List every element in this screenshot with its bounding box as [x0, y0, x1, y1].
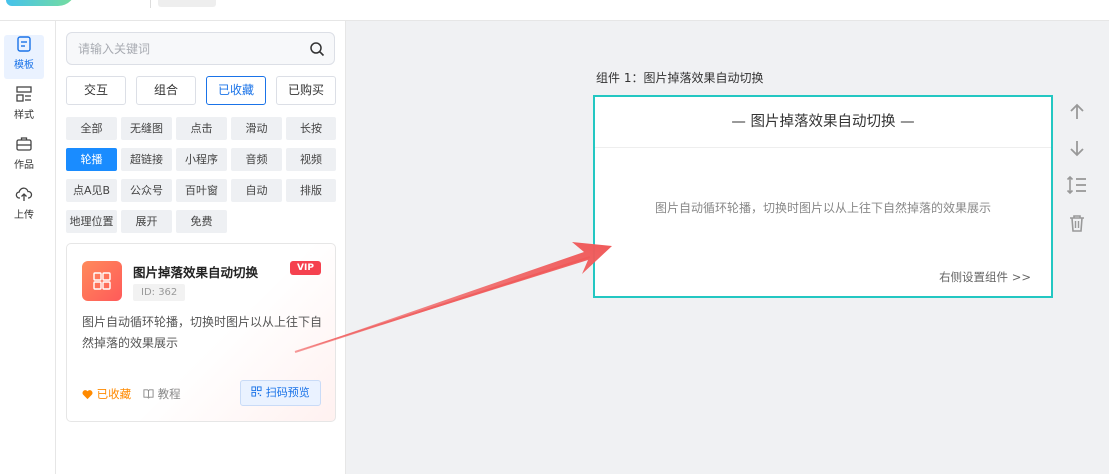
segment-favorited[interactable]: 已收藏 [206, 76, 266, 105]
tag-carousel[interactable]: 轮播 [66, 148, 117, 171]
tag-mini-program[interactable]: 小程序 [176, 148, 227, 171]
rail-label: 模板 [14, 60, 34, 71]
tag-free[interactable]: 免费 [176, 210, 227, 233]
template-id: ID: 362 [133, 284, 186, 301]
book-icon [143, 389, 154, 399]
vip-badge: VIP [290, 261, 321, 275]
search-icon[interactable] [309, 41, 325, 57]
grid-icon [93, 272, 111, 290]
tag-expand[interactable]: 展开 [121, 210, 172, 233]
line-spacing-button[interactable] [1065, 173, 1089, 197]
top-tab[interactable] [158, 0, 216, 7]
template-icon [17, 36, 31, 52]
top-bar [0, 0, 1109, 21]
rail-item-style[interactable]: 样式 [0, 85, 48, 129]
tag-click[interactable]: 点击 [176, 117, 227, 140]
layout-icon [16, 86, 32, 102]
tag-swipe[interactable]: 滑动 [231, 117, 282, 140]
tag-typesetting[interactable]: 排版 [286, 179, 336, 202]
rail-label: 作品 [14, 160, 34, 171]
tag-video[interactable]: 视频 [286, 148, 336, 171]
segment-combo[interactable]: 组合 [136, 76, 196, 105]
favorite-label: 已收藏 [96, 387, 132, 401]
component-title: — 图片掉落效果自动切换 — [595, 97, 1051, 148]
move-down-button[interactable] [1065, 136, 1089, 160]
tag-seamless[interactable]: 无缝图 [121, 117, 172, 140]
settings-hint[interactable]: 右侧设置组件 >> [939, 269, 1031, 285]
app-logo[interactable] [0, 0, 84, 8]
tag-click-a-see-b[interactable]: 点A见B [66, 179, 117, 202]
favorite-toggle[interactable]: 已收藏 [82, 386, 131, 402]
tag-auto[interactable]: 自动 [231, 179, 282, 202]
tutorial-link[interactable]: 教程 [143, 386, 181, 402]
rail-label: 上传 [14, 210, 34, 221]
template-thumbnail [82, 261, 122, 301]
heart-icon [82, 390, 93, 400]
rail-label: 样式 [14, 110, 34, 121]
template-card[interactable]: 图片掉落效果自动切换 VIP ID: 362 图片自动循环轮播，切换时图片以从上… [66, 243, 336, 422]
logo-mark [6, 0, 76, 6]
search-box[interactable] [66, 32, 335, 65]
tag-all[interactable]: 全部 [66, 117, 117, 140]
template-description: 图片自动循环轮播，切换时图片以从上往下自然掉落的效果展示 [82, 315, 323, 350]
delete-button[interactable] [1065, 211, 1089, 235]
segment-interaction[interactable]: 交互 [66, 76, 126, 105]
tag-official-account[interactable]: 公众号 [121, 179, 172, 202]
template-title: 图片掉落效果自动切换 [133, 265, 259, 280]
tag-long-press[interactable]: 长按 [286, 117, 336, 140]
rail-item-template[interactable]: 模板 [4, 35, 44, 79]
search-input[interactable] [78, 39, 298, 59]
selected-component[interactable]: — 图片掉落效果自动切换 — 图片自动循环轮播，切换时图片以从上往下自然掉落的效… [593, 95, 1053, 298]
segment-purchased[interactable]: 已购买 [276, 76, 336, 105]
move-up-button[interactable] [1065, 100, 1089, 124]
arrow-up-icon [1070, 103, 1084, 119]
briefcase-icon [16, 137, 32, 151]
tag-hyperlink[interactable]: 超链接 [121, 148, 172, 171]
template-panel: 交互 组合 已收藏 已购买 全部 无缝图 点击 滑动 长按 轮播 超链接 小程序… [56, 21, 346, 474]
trash-icon [1070, 215, 1084, 232]
tag-audio[interactable]: 音频 [231, 148, 282, 171]
line-height-icon [1066, 175, 1086, 195]
tag-blinds[interactable]: 百叶窗 [176, 179, 227, 202]
qrcode-icon [251, 386, 262, 397]
component-label: 组件 1：图片掉落效果自动切换 [596, 71, 764, 85]
cloud-upload-icon [15, 187, 33, 201]
tutorial-label: 教程 [157, 387, 181, 401]
left-rail: 模板 样式 作品 上传 [0, 21, 56, 474]
rail-item-upload[interactable]: 上传 [0, 185, 48, 229]
divider [150, 0, 151, 8]
scan-preview-label: 扫码预览 [265, 386, 310, 399]
scan-preview-button[interactable]: 扫码预览 [240, 380, 321, 406]
rail-item-works[interactable]: 作品 [0, 135, 48, 179]
tag-location[interactable]: 地理位置 [66, 210, 117, 233]
component-body: 图片自动循环轮播，切换时图片以从上往下自然掉落的效果展示 [654, 201, 991, 215]
arrow-down-icon [1070, 141, 1084, 157]
